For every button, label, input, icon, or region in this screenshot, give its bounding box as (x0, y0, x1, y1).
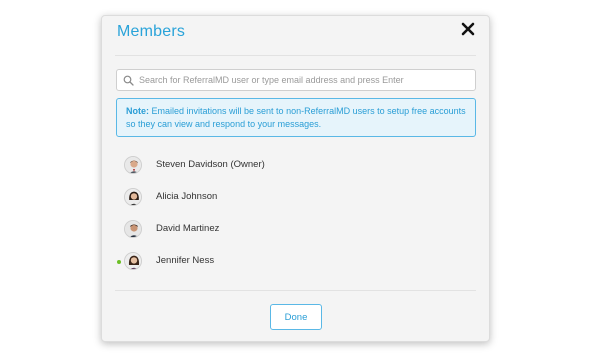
search-icon (123, 75, 134, 86)
avatar (124, 252, 142, 270)
member-item[interactable]: Jennifer Ness (116, 246, 476, 278)
avatar (124, 156, 142, 174)
search-input[interactable] (139, 70, 471, 90)
avatar (124, 220, 142, 238)
member-list: Steven Davidson (Owner) Alicia Johnson D… (116, 150, 476, 278)
footer-divider (115, 290, 476, 291)
members-dialog: Members Note: Emailed invitations will b… (101, 15, 490, 342)
note-text: Emailed invitations will be sent to non-… (126, 106, 466, 129)
search-box[interactable] (116, 69, 476, 91)
member-name: Steven Davidson (Owner) (156, 159, 265, 170)
member-name: David Martinez (156, 223, 220, 234)
done-button[interactable]: Done (270, 304, 322, 330)
note-banner: Note: Emailed invitations will be sent t… (116, 98, 476, 137)
header-divider (115, 55, 476, 56)
member-item[interactable]: Alicia Johnson (116, 182, 476, 214)
member-item[interactable]: David Martinez (116, 214, 476, 246)
avatar (124, 188, 142, 206)
member-item[interactable]: Steven Davidson (Owner) (116, 150, 476, 182)
member-name: Jennifer Ness (156, 255, 215, 266)
close-button[interactable] (461, 22, 475, 36)
note-label: Note: (126, 106, 149, 116)
online-status-indicator (117, 260, 121, 264)
dialog-title: Members (117, 23, 186, 40)
close-icon (461, 22, 475, 36)
member-name: Alicia Johnson (156, 191, 218, 202)
